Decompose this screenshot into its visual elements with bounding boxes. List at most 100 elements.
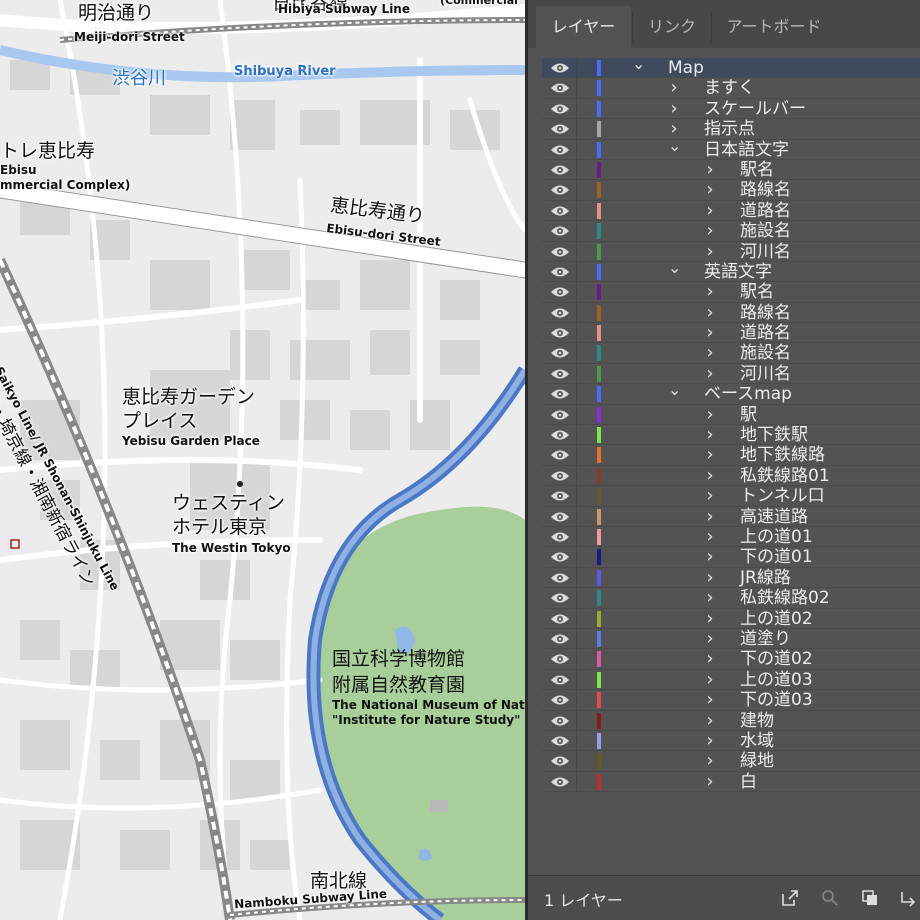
new-sublayer-icon[interactable] <box>898 888 918 908</box>
layer-name[interactable]: 緑地 <box>740 751 774 772</box>
chevron-down-icon[interactable]: ⌄ <box>668 259 681 282</box>
layer-name[interactable]: 私鉄線路02 <box>740 588 830 609</box>
layer-row[interactable]: › トンネル口 <box>542 486 920 507</box>
visibility-eye-icon[interactable] <box>550 409 570 421</box>
layer-row[interactable]: › 白 <box>542 771 920 793</box>
layer-name[interactable]: 英語文字 <box>704 262 772 283</box>
layer-row[interactable]: › 施設名 <box>542 221 920 242</box>
tab-artboards[interactable]: アートボード <box>714 6 834 48</box>
layer-name[interactable]: 上の道02 <box>740 609 813 630</box>
layer-name[interactable]: 指示点 <box>704 119 755 140</box>
layer-row[interactable]: › 指示点 <box>542 119 920 140</box>
layer-name[interactable]: トンネル口 <box>740 486 825 507</box>
layer-name[interactable]: 日本語文字 <box>704 140 789 161</box>
chevron-right-icon[interactable]: › <box>704 302 716 323</box>
visibility-eye-icon[interactable] <box>550 225 570 237</box>
visibility-eye-icon[interactable] <box>550 572 570 584</box>
layer-name[interactable]: スケールバー <box>704 99 806 120</box>
visibility-eye-icon[interactable] <box>550 266 570 278</box>
layer-name[interactable]: 下の道02 <box>740 649 813 670</box>
visibility-eye-icon[interactable] <box>550 429 570 441</box>
chevron-right-icon[interactable]: › <box>704 730 716 751</box>
chevron-right-icon[interactable]: › <box>704 608 716 629</box>
chevron-down-icon[interactable]: ⌄ <box>632 56 645 78</box>
clipping-mask-icon[interactable] <box>860 888 880 908</box>
visibility-eye-icon[interactable] <box>550 62 570 74</box>
visibility-eye-icon[interactable] <box>550 347 570 359</box>
chevron-right-icon[interactable]: › <box>704 751 716 771</box>
layer-row[interactable]: › 河川名 <box>542 241 920 263</box>
chevron-down-icon[interactable]: ⌄ <box>668 137 681 160</box>
visibility-eye-icon[interactable] <box>550 164 570 176</box>
layer-row[interactable]: › 河川名 <box>542 363 920 385</box>
chevron-right-icon[interactable]: › <box>704 567 716 588</box>
chevron-right-icon[interactable]: › <box>704 343 716 363</box>
visibility-eye-icon[interactable] <box>550 674 570 686</box>
layer-name[interactable]: 施設名 <box>740 221 791 242</box>
visibility-eye-icon[interactable] <box>550 755 570 767</box>
layer-name[interactable]: 下の道01 <box>740 547 813 568</box>
chevron-right-icon[interactable]: › <box>704 241 716 262</box>
visibility-eye-icon[interactable] <box>550 307 570 319</box>
chevron-right-icon[interactable]: › <box>704 465 716 486</box>
layer-name[interactable]: 路線名 <box>740 180 791 201</box>
visibility-eye-icon[interactable] <box>550 776 570 788</box>
layer-row[interactable]: › スケールバー <box>542 98 920 120</box>
chevron-right-icon[interactable]: › <box>704 200 716 221</box>
tab-links[interactable]: リンク <box>634 6 710 48</box>
layer-row[interactable]: › 上の道02 <box>542 608 920 630</box>
chevron-right-icon[interactable]: › <box>704 710 716 731</box>
visibility-eye-icon[interactable] <box>550 633 570 645</box>
layer-name[interactable]: 河川名 <box>740 242 791 263</box>
layer-name[interactable]: 駅名 <box>740 282 774 303</box>
search-icon[interactable] <box>820 888 840 908</box>
layer-row[interactable]: › 私鉄線路02 <box>542 588 920 609</box>
chevron-right-icon[interactable]: › <box>704 690 716 710</box>
chevron-right-icon[interactable]: › <box>704 363 716 384</box>
layer-name[interactable]: 駅名 <box>740 160 774 181</box>
layer-row[interactable]: › 上の道03 <box>542 669 920 691</box>
layer-row[interactable]: › 私鉄線路01 <box>542 465 920 487</box>
chevron-right-icon[interactable]: › <box>704 669 716 690</box>
chevron-right-icon[interactable]: › <box>704 425 716 445</box>
layer-name[interactable]: 水域 <box>740 731 774 752</box>
layer-name[interactable]: 施設名 <box>740 343 791 364</box>
chevron-down-icon[interactable]: ⌄ <box>668 382 681 404</box>
layer-name[interactable]: 道路名 <box>740 201 791 222</box>
layer-name[interactable]: 河川名 <box>740 364 791 385</box>
layer-name[interactable]: 道塗り <box>740 629 791 650</box>
layer-name[interactable]: 路線名 <box>740 303 791 324</box>
visibility-eye-icon[interactable] <box>550 449 570 461</box>
layer-row[interactable]: › ますく <box>542 78 920 99</box>
layer-row[interactable]: ⌄ 英語文字 <box>542 259 920 283</box>
chevron-right-icon[interactable]: › <box>704 221 716 241</box>
layer-row[interactable]: ⌄ ベースmap <box>542 382 920 405</box>
layer-name[interactable]: ベースmap <box>704 384 792 405</box>
chevron-right-icon[interactable]: › <box>704 628 716 649</box>
layer-row[interactable]: › 施設名 <box>542 343 920 364</box>
layer-name[interactable]: 上の道01 <box>740 527 813 548</box>
layer-row[interactable]: › 下の道03 <box>542 690 920 711</box>
layer-name[interactable]: JR線路 <box>740 568 791 589</box>
visibility-eye-icon[interactable] <box>550 715 570 727</box>
visibility-eye-icon[interactable] <box>550 286 570 298</box>
visibility-eye-icon[interactable] <box>550 551 570 563</box>
layer-row[interactable]: › 駅 <box>542 404 920 426</box>
layer-row[interactable]: › 地下鉄線路 <box>542 445 920 466</box>
layer-row[interactable]: › 路線名 <box>542 302 920 324</box>
chevron-right-icon[interactable]: › <box>704 323 716 343</box>
layer-row[interactable]: › 水域 <box>542 730 920 752</box>
visibility-eye-icon[interactable] <box>550 490 570 502</box>
layer-row[interactable]: › 下の道01 <box>542 547 920 568</box>
layer-name[interactable]: 道路名 <box>740 323 791 344</box>
visibility-eye-icon[interactable] <box>550 694 570 706</box>
layer-row[interactable]: › 下の道02 <box>542 649 920 670</box>
chevron-right-icon[interactable]: › <box>704 159 716 180</box>
visibility-eye-icon[interactable] <box>550 184 570 196</box>
chevron-right-icon[interactable]: › <box>704 526 716 547</box>
layer-name[interactable]: 下の道03 <box>740 690 813 711</box>
layer-row[interactable]: › 道塗り <box>542 628 920 650</box>
layer-row[interactable]: › 緑地 <box>542 751 920 772</box>
visibility-eye-icon[interactable] <box>550 205 570 217</box>
chevron-right-icon[interactable]: › <box>704 771 716 792</box>
